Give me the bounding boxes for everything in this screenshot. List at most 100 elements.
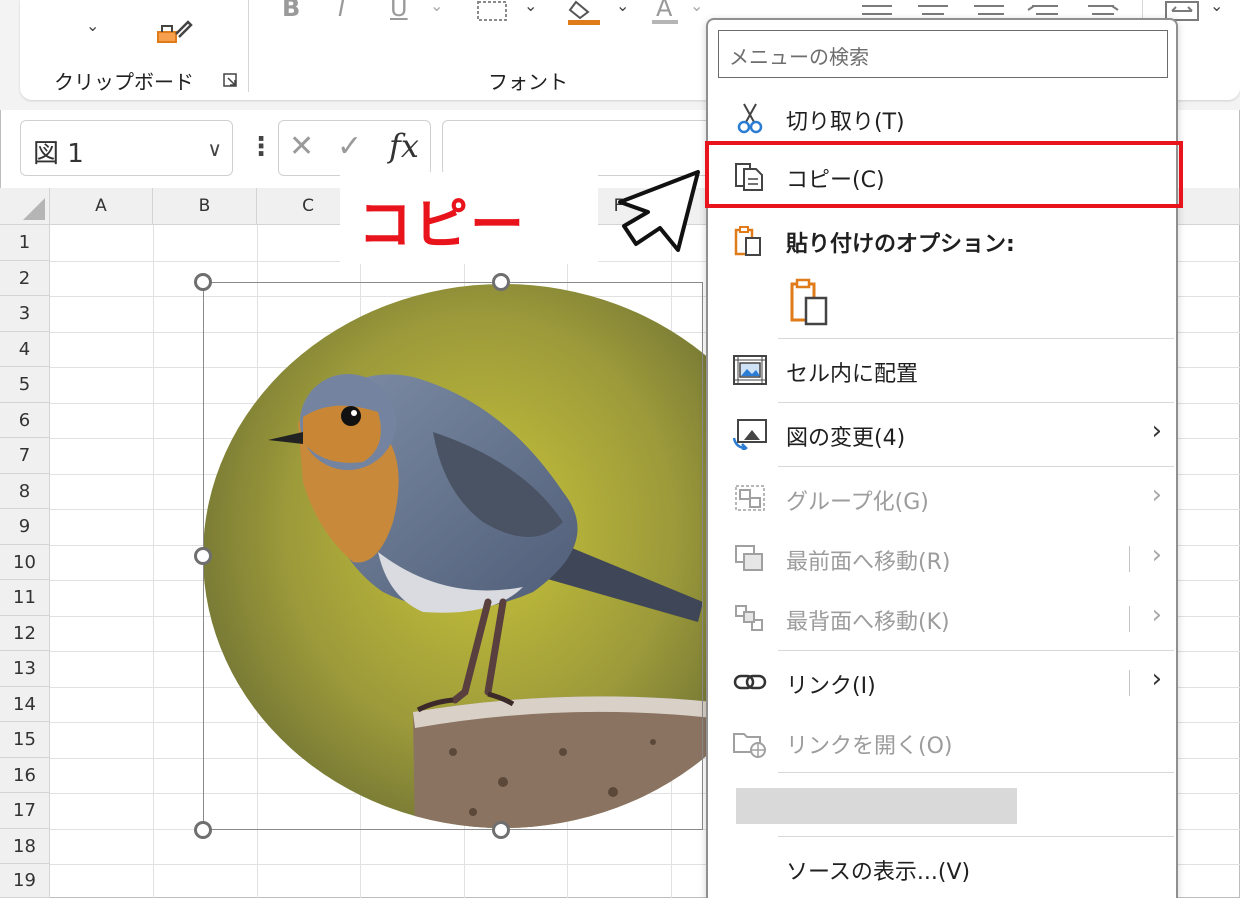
more-options-icon[interactable]: ⋮ [248,132,274,162]
menu-separator [778,836,1174,837]
row-header-5[interactable]: 5 [0,367,50,403]
menu-item-link[interactable]: リンク(I) › [708,654,1176,710]
menu-item-label: リンクを開く(O) [786,734,953,759]
row-header-9[interactable]: 9 [0,509,50,545]
cancel-icon[interactable]: ✕ [289,129,314,164]
row-header-14[interactable]: 14 [0,687,50,722]
bring-to-front-icon [735,545,763,571]
italic-button[interactable]: I [338,0,345,22]
chevron-down-icon[interactable]: ∨ [207,137,222,161]
name-box[interactable]: 図 1 ∨ [20,120,233,176]
open-link-icon [733,733,766,758]
row-header-2[interactable]: 2 [0,261,50,296]
row-header-10[interactable]: 10 [0,545,50,580]
menu-separator [778,466,1174,467]
fill-color-icon[interactable] [566,0,606,26]
split-divider [1129,606,1130,632]
send-to-back-icon [735,605,763,631]
menu-item-bring-to-front: 最前面へ移動(R) › [708,530,1176,586]
row-header-6[interactable]: 6 [0,403,50,438]
enter-icon[interactable]: ✓ [337,129,362,164]
format-painter-icon[interactable] [154,12,194,52]
name-box-value: 図 1 [33,139,84,169]
row-header-3[interactable]: 3 [0,296,50,332]
row-header-11[interactable]: 11 [0,580,50,616]
menu-item-label: 最前面へ移動(R) [786,550,951,575]
change-picture-icon [732,419,767,450]
bold-button[interactable]: B [282,0,300,22]
menu-item-label: 図の変更(4) [786,426,906,451]
border-dropdown-icon[interactable]: ⌄ [524,0,537,15]
chevron-right-icon: › [1151,480,1162,510]
menu-separator [778,650,1174,651]
ribbon-separator [248,0,249,92]
row-header-4[interactable]: 4 [0,332,50,367]
fill-color-dropdown-icon[interactable]: ⌄ [616,0,629,15]
menu-item-paste-options: 貼り付けのオプション: [708,212,1176,268]
menu-search-input[interactable]: メニューの検索 [718,30,1168,78]
menu-item-label: セル内に配置 [786,362,919,387]
menu-item-send-to-back: 最背面へ移動(K) › [708,590,1176,646]
menu-item-view-source[interactable]: ソースの表示...(V) [708,840,1176,896]
scissors-icon [737,103,763,134]
select-all-button[interactable] [0,188,50,225]
redacted-menu-item [736,788,1017,824]
row-header-16[interactable]: 16 [0,758,50,793]
chevron-right-icon: › [1151,664,1162,694]
chevron-right-icon: › [1151,540,1162,570]
resize-handle-top-left[interactable] [194,273,212,291]
menu-item-place-in-cell[interactable]: セル内に配置 [708,342,1176,398]
menu-search-placeholder: メニューの検索 [729,45,869,69]
row-header-1[interactable]: 1 [0,225,50,261]
font-color-button[interactable]: A [656,0,672,22]
underline-dropdown-icon[interactable]: ⌄ [430,0,443,15]
dialog-launcher-icon[interactable] [222,72,238,88]
font-color-dropdown-icon[interactable]: ⌄ [690,0,703,15]
font-group-label: フォント [488,70,568,94]
gridline [153,225,154,898]
row-header-13[interactable]: 13 [0,651,50,687]
resize-handle-bottom[interactable] [492,821,510,839]
menu-item-label: グループ化(G) [786,490,929,515]
resize-handle-bottom-left[interactable] [194,821,212,839]
group-icon [735,485,765,511]
resize-handle-top[interactable] [492,273,510,291]
row-header-15[interactable]: 15 [0,722,50,758]
menu-item-group: グループ化(G) › [708,470,1176,526]
chevron-right-icon: › [1151,600,1162,630]
underline-button[interactable]: U [390,0,408,22]
row-header-12[interactable]: 12 [0,616,50,651]
merge-dropdown-icon[interactable]: ⌄ [1210,0,1223,15]
alignment-icons[interactable] [862,0,1162,20]
row-header-7[interactable]: 7 [0,438,50,474]
paste-option-icon[interactable] [788,276,838,326]
annotation-label: コピー [358,193,526,256]
menu-item-label: 貼り付けのオプション: [786,232,1015,257]
column-header-a[interactable]: A [50,188,153,225]
split-divider [1129,670,1130,696]
menu-item-label: 切り取り(T) [786,110,905,135]
row-header-19[interactable]: 19 [0,864,50,898]
row-header-17[interactable]: 17 [0,793,50,829]
menu-item-label: リンク(I) [786,674,876,699]
menu-item-cut[interactable]: 切り取り(T) [708,90,1176,146]
chevron-right-icon: › [1151,416,1162,446]
paste-icon [734,226,761,256]
arrow-pointer-icon [618,170,700,252]
menu-separator [778,402,1174,403]
clipboard-group-label: クリップボード [54,70,194,94]
font-color-bar [652,20,678,24]
formula-tools: ✕ ✓ fx [278,120,431,176]
menu-separator [778,772,1174,773]
resize-handle-left[interactable] [194,547,212,565]
place-in-cell-icon [733,355,767,385]
row-header-18[interactable]: 18 [0,829,50,864]
column-header-b[interactable]: B [153,188,257,225]
paste-dropdown-icon[interactable]: ⌄ [86,16,99,35]
border-icon[interactable] [474,0,514,22]
menu-item-label: 最背面へ移動(K) [786,610,950,635]
insert-function-button[interactable]: fx [389,127,419,165]
menu-item-change-picture[interactable]: 図の変更(4) › [708,406,1176,462]
picture-selection-frame [203,282,703,830]
row-header-8[interactable]: 8 [0,474,50,509]
